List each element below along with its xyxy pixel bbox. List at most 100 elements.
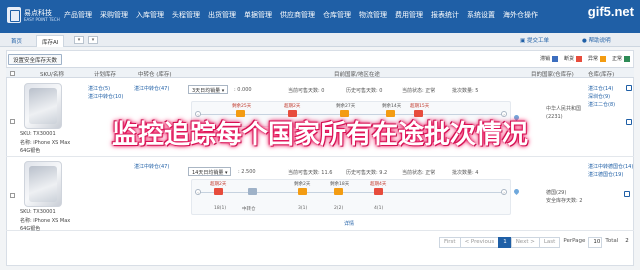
warehouse-link[interactable]: 湛江二仓(8) — [588, 101, 615, 109]
menu-item-logistics[interactable]: 物流管理 — [359, 10, 387, 20]
transit-track: ‹ 超期2天 18(1) 中转仓 剩余2天 3(1) 剩余18天 2(2) 超期… — [191, 179, 511, 215]
site-watermark: gif5.net — [587, 4, 634, 19]
menu-item-product[interactable]: 产品管理 — [64, 10, 92, 20]
row-checkbox[interactable] — [10, 193, 15, 198]
total-label: Total — [605, 238, 619, 244]
col-plan-stock: 计划库存 — [94, 72, 117, 78]
chevron-down-icon[interactable]: ▾ — [74, 36, 84, 44]
track-prev-icon[interactable]: ‹ — [195, 189, 201, 195]
col-transit-warehouse: 中转仓 (库存) — [138, 72, 172, 78]
menu-item-warehouse[interactable]: 仓库管理 — [323, 10, 351, 20]
page-1-button[interactable]: 1 — [498, 237, 512, 248]
truck-icon[interactable] — [214, 188, 223, 195]
batch-label: 剩余14天 — [382, 104, 402, 109]
warehouse-link[interactable]: 湛江中转仓(10) — [88, 93, 123, 101]
perpage-label: PerPage — [563, 238, 586, 244]
total-count: 2 — [625, 238, 629, 244]
edit-icon[interactable] — [624, 191, 630, 197]
truck-icon[interactable] — [334, 188, 343, 195]
legend-label: 异常 — [587, 56, 598, 62]
menu-item-supplier[interactable]: 供应商管理 — [280, 10, 315, 20]
legend-swatch — [575, 55, 582, 62]
warehouse-link[interactable]: 湛江德国仓(19) — [588, 171, 633, 179]
history-sellable-days: 历史可售天数: 0 — [346, 88, 383, 94]
warehouse-link[interactable]: 深圳仓(9) — [588, 93, 615, 101]
menu-item-shipping[interactable]: 出货管理 — [208, 10, 236, 20]
legend-item-slow: 滞销 — [540, 55, 558, 62]
brand-logo[interactable]: 易点科技 EASY POINT TECH — [4, 3, 60, 29]
brand-subtitle: EASY POINT TECH — [24, 17, 60, 22]
menu-item-expense[interactable]: 费用管理 — [395, 10, 423, 20]
menu-item-purchase[interactable]: 采购管理 — [100, 10, 128, 20]
legend-label: 正常 — [611, 56, 622, 62]
menu-item-overseas[interactable]: 海外仓操作 — [503, 10, 538, 20]
batch-qty: 3(1) — [298, 206, 308, 211]
detail-link[interactable]: 详情 — [344, 220, 354, 227]
first-page-button[interactable]: First — [439, 237, 461, 248]
destination-stock: 德国(29) 安全库存天数: 2 — [546, 189, 582, 205]
batch-count: 批次数量: 4 — [452, 170, 479, 176]
transit-warehouse-link[interactable]: 湛江中转仓(47) — [134, 85, 169, 92]
menu-item-reports[interactable]: 报表统计 — [431, 10, 459, 20]
main-menu: 产品管理 采购管理 入库管理 头程管理 出货管理 单据管理 供应商管理 仓库管理… — [64, 10, 546, 20]
daily-sales-select-value: 14天日均销量 — [192, 170, 224, 176]
batch-qty: 中转仓 — [242, 207, 256, 212]
perpage-input[interactable]: 10 — [588, 237, 603, 248]
table-row: SKU: TX30001 名称: iPhone XS Max 64G银色 湛江中… — [6, 157, 634, 232]
col-warehouse-stock: 仓库(库存) — [588, 72, 615, 78]
menu-item-settings[interactable]: 系统设置 — [467, 10, 495, 20]
warehouse-link[interactable]: 湛江仓(14) — [588, 85, 615, 93]
batch-qty: 18(1) — [214, 206, 227, 211]
legend-item-normal: 正常 — [612, 55, 630, 62]
destination-warehouses: 湛江仓(14) 深圳仓(9) 湛江二仓(8) — [588, 85, 615, 109]
prev-page-button[interactable]: < Previous — [459, 237, 500, 248]
transit-warehouse-link[interactable]: 湛江中转仓(47) — [134, 163, 169, 170]
daily-sales-select-value: 3天日均销量 — [192, 88, 221, 94]
set-safety-days-button[interactable]: 设置安全库存天数 — [8, 54, 63, 65]
plane-icon[interactable] — [374, 188, 383, 195]
last-page-button[interactable]: Last — [538, 237, 561, 248]
daily-sales-select[interactable]: 3天日均销量 ▾ — [188, 85, 229, 94]
col-in-transit: 目前国家/地区在途 — [334, 72, 380, 78]
tab-home[interactable]: 首页 — [6, 35, 27, 47]
destination-country[interactable]: 德国(29) — [546, 189, 582, 197]
current-status: 当前状态: 正常 — [402, 170, 436, 176]
truck-icon[interactable] — [298, 188, 307, 195]
legend-swatch — [599, 55, 606, 62]
select-all-checkbox[interactable] — [10, 71, 15, 76]
warehouse-link[interactable]: 湛江仓(5) — [88, 85, 123, 93]
submit-ticket-label: 提交工单 — [526, 38, 549, 44]
status-legend: 滞销 断货 异常 正常 — [534, 55, 630, 62]
warehouse-icon[interactable] — [248, 188, 257, 195]
col-sku: SKU/名称 — [40, 72, 64, 78]
daily-sales-select[interactable]: 14天日均销量 ▾ — [188, 167, 232, 176]
batch-label: 剩余2天 — [294, 182, 311, 187]
edit-icon[interactable] — [626, 85, 632, 91]
submit-ticket-link[interactable]: ▣ 提交工单 — [520, 36, 549, 44]
overlay-caption: 监控追踪每个国家所有在途批次情况 — [111, 120, 528, 150]
menu-item-first-leg[interactable]: 头程管理 — [172, 10, 200, 20]
menu-item-documents[interactable]: 单据管理 — [244, 10, 272, 20]
batch-label: 超期2天 — [210, 182, 227, 187]
menu-item-inbound[interactable]: 入库管理 — [136, 10, 164, 20]
legend-item-abnormal: 异常 — [588, 55, 606, 62]
track-next-icon[interactable]: › — [501, 189, 507, 195]
history-sellable-days: 历史可售天数: 9.2 — [346, 170, 388, 176]
product-image — [24, 161, 62, 207]
logo-icon — [7, 7, 21, 23]
batch-count: 批次数量: 5 — [452, 88, 479, 94]
current-sellable-days: 当前可售天数: 11.6 — [288, 170, 333, 176]
legend-swatch — [551, 55, 558, 62]
tab-menu-icon[interactable]: ▾ — [88, 36, 98, 44]
safety-days: 安全库存天数: 2 — [546, 198, 583, 204]
product-variant: 64G银色 — [20, 226, 41, 232]
col-destination: 目的国家(仓库存) — [531, 72, 574, 78]
warehouse-link[interactable]: 湛江中转德国仓(14) — [588, 163, 633, 171]
batch-label: 剩余25天 — [232, 104, 252, 109]
next-page-button[interactable]: Next > — [510, 237, 540, 248]
tab-inventory-ai[interactable]: 库存AI — [36, 35, 65, 47]
current-sellable-days: 当前可售天数: 0 — [288, 88, 325, 94]
batch-label: 超期15天 — [410, 104, 430, 109]
track-line — [198, 192, 504, 193]
help-link[interactable]: ● 帮助说明 — [582, 36, 611, 44]
